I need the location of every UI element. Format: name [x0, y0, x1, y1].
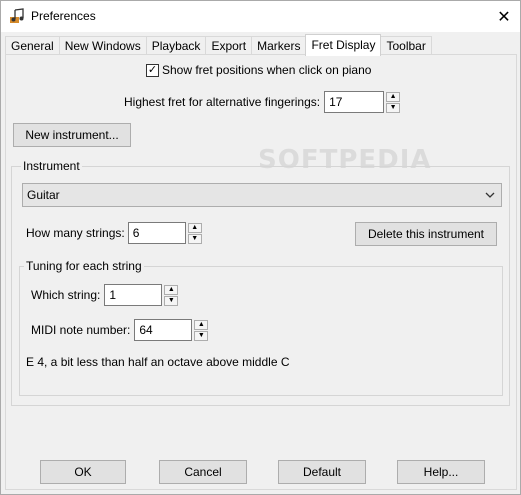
chevron-down-icon — [485, 184, 495, 206]
tab-general[interactable]: General — [5, 36, 60, 56]
how-many-strings-label: How many strings: — [26, 226, 125, 240]
new-instrument-button[interactable]: New instrument... — [13, 123, 131, 147]
ok-button[interactable]: OK — [40, 460, 126, 484]
arrow-up-icon: ▲ — [389, 93, 397, 100]
arrow-down-icon: ▼ — [197, 332, 205, 339]
midi-note-row: MIDI note number: 64 ▲ ▼ — [31, 319, 209, 341]
spin-down-button[interactable]: ▼ — [164, 295, 179, 306]
tab-fret-display[interactable]: Fret Display — [305, 34, 382, 56]
how-many-strings-row: How many strings: 6 ▲ ▼ — [26, 222, 202, 244]
show-fret-positions-row: ✓ Show fret positions when click on pian… — [146, 63, 371, 77]
spin-down-button[interactable]: ▼ — [187, 233, 202, 244]
how-many-strings-stepper: ▲ ▼ — [187, 222, 202, 244]
spin-up-button[interactable]: ▲ — [187, 222, 202, 233]
default-button[interactable]: Default — [278, 460, 366, 484]
arrow-up-icon: ▲ — [191, 224, 199, 231]
which-string-label: Which string: — [31, 288, 101, 302]
preferences-window: Preferences ✕ General New Windows Playba… — [0, 0, 521, 495]
midi-note-label: MIDI note number: — [31, 323, 131, 337]
instrument-group-label: Instrument — [21, 159, 82, 173]
which-string-input[interactable]: 1 — [104, 284, 163, 306]
midi-note-stepper: ▲ ▼ — [194, 319, 209, 341]
instrument-selected-value: Guitar — [27, 188, 60, 202]
title-bar: Preferences ✕ — [1, 1, 520, 32]
check-icon: ✓ — [147, 63, 158, 76]
help-button[interactable]: Help... — [397, 460, 485, 484]
arrow-down-icon: ▼ — [389, 104, 397, 111]
close-button[interactable]: ✕ — [488, 1, 520, 32]
fret-display-panel: ✓ Show fret positions when click on pian… — [5, 54, 517, 490]
highest-fret-row: Highest fret for alternative fingerings:… — [124, 91, 401, 113]
cancel-button[interactable]: Cancel — [159, 460, 247, 484]
highest-fret-stepper: ▲ ▼ — [386, 91, 401, 113]
spin-up-button[interactable]: ▲ — [164, 284, 179, 295]
highest-fret-label: Highest fret for alternative fingerings: — [124, 95, 321, 109]
arrow-down-icon: ▼ — [167, 297, 175, 304]
music-notes-icon — [10, 8, 24, 23]
window-title: Preferences — [31, 9, 96, 23]
tuning-group-label: Tuning for each string — [24, 259, 144, 273]
delete-instrument-button[interactable]: Delete this instrument — [355, 222, 497, 246]
note-description: E 4, a bit less than half an octave abov… — [26, 355, 290, 369]
which-string-stepper: ▲ ▼ — [164, 284, 179, 306]
tab-export[interactable]: Export — [205, 36, 253, 56]
tab-new-windows[interactable]: New Windows — [58, 36, 147, 56]
close-icon: ✕ — [497, 8, 511, 26]
instrument-select[interactable]: Guitar — [22, 183, 502, 207]
arrow-down-icon: ▼ — [191, 235, 199, 242]
tab-toolbar[interactable]: Toolbar — [380, 36, 432, 56]
spin-up-button[interactable]: ▲ — [194, 319, 209, 330]
how-many-strings-input[interactable]: 6 — [127, 222, 186, 244]
show-fret-positions-label: Show fret positions when click on piano — [162, 63, 372, 77]
arrow-up-icon: ▲ — [167, 286, 175, 293]
tab-playback[interactable]: Playback — [145, 36, 207, 56]
spin-up-button[interactable]: ▲ — [386, 91, 401, 102]
arrow-up-icon: ▲ — [197, 321, 205, 328]
show-fret-positions-checkbox[interactable]: ✓ — [146, 63, 159, 77]
tab-markers[interactable]: Markers — [251, 36, 307, 56]
spin-down-button[interactable]: ▼ — [386, 102, 401, 113]
highest-fret-input[interactable]: 17 — [324, 91, 385, 113]
tab-strip: General New Windows Playback Export Mark… — [5, 34, 432, 56]
spin-down-button[interactable]: ▼ — [194, 330, 209, 341]
which-string-row: Which string: 1 ▲ ▼ — [31, 284, 179, 306]
midi-note-input[interactable]: 64 — [134, 319, 193, 341]
